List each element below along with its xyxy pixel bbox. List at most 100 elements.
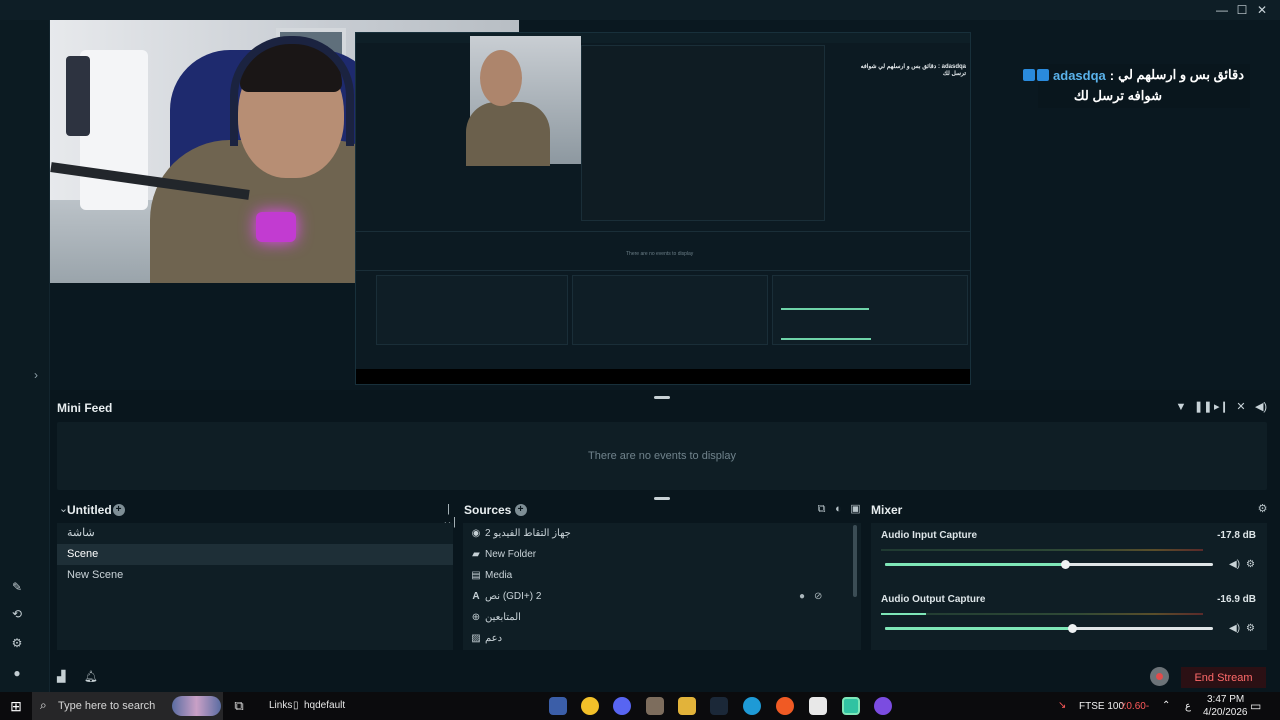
nested-screen-capture: adasdqa : دقائق بس و ارسلهم لي شوافه ترس…	[355, 32, 971, 385]
lock-icon[interactable]: ●	[799, 586, 805, 607]
maximize-button[interactable]: ☐	[1233, 2, 1251, 18]
mixer-settings-icon[interactable]: ⚙	[1256, 503, 1269, 516]
app-icon[interactable]	[549, 697, 567, 715]
scene-collection-title[interactable]: Untitled	[67, 503, 112, 517]
volume-meter	[881, 549, 1203, 551]
speaker-icon[interactable]: ◀)	[1229, 559, 1240, 570]
expand-chevron-icon[interactable]: ›	[34, 368, 38, 382]
dock-resize-handle[interactable]	[654, 497, 670, 500]
channel-settings-icon[interactable]: ⚙	[1246, 559, 1255, 570]
layout-editor-icon[interactable]: ⟲	[9, 606, 25, 622]
volume-fader[interactable]	[885, 624, 1213, 633]
app-icon[interactable]	[874, 697, 892, 715]
filter-icon[interactable]: ▼	[1174, 400, 1188, 414]
app-icon[interactable]	[776, 697, 794, 715]
windows-start-icon[interactable]: ⊞	[0, 692, 32, 720]
webcam-robe	[80, 50, 148, 210]
pause-icon[interactable]: ❚❚	[1194, 400, 1212, 414]
profile-icon[interactable]: ●	[9, 665, 25, 681]
source-item[interactable]: A نص (GDI+) 2 ● ⊘	[463, 586, 853, 607]
editor-preview[interactable]: adasdqa : دقائق بس و ارسلهم لي شوافه ترس…	[50, 20, 1280, 390]
channel-settings-icon[interactable]: ⚙	[1246, 623, 1255, 634]
left-navigation-rail: › ✎ ⟲ ⚙ ●	[0, 20, 50, 692]
source-item[interactable]: ◉ جهاز التقاط الفيديو 2	[463, 523, 853, 544]
mini-feed-empty-text: There are no events to display	[588, 450, 736, 462]
chat-overlay: adasdqa : دقائق بس و ارسلهم لي شوافه ترس…	[1023, 64, 1250, 108]
mini-feed-panel: There are no events to display	[57, 422, 1267, 490]
fader-knob[interactable]	[1067, 624, 1077, 633]
scene-transitions-icon[interactable]: |↔|	[442, 503, 456, 528]
task-view-icon[interactable]: ⧉	[224, 692, 254, 720]
source-item[interactable]: ▨ دعم	[463, 628, 853, 649]
file-explorer-icon[interactable]	[678, 697, 696, 715]
app-icon[interactable]	[646, 697, 664, 715]
minimize-button[interactable]: —	[1213, 2, 1231, 18]
steam-icon[interactable]	[710, 697, 728, 715]
scene-item[interactable]: شاشة	[57, 523, 453, 544]
clock-date[interactable]: 4/20/2026	[1203, 707, 1248, 718]
mixer-title: Mixer	[871, 503, 903, 517]
close-button[interactable]: ✕	[1253, 2, 1271, 18]
nested-inner-capture	[581, 45, 825, 221]
stock-ticker-name[interactable]: FTSE 100	[1079, 701, 1124, 712]
sources-list: ◉ جهاز التقاط الفيديو 2 ▰ New Folder ▤ M…	[463, 523, 861, 650]
nested-fader	[781, 308, 869, 310]
discord-icon[interactable]	[613, 697, 631, 715]
volume-icon[interactable]: ◀)	[1254, 400, 1268, 414]
source-item[interactable]: ⊕ المتابعين	[463, 607, 853, 628]
performance-stats-icon[interactable]: ▟	[57, 670, 65, 683]
add-scene-icon[interactable]: +	[112, 503, 125, 516]
add-group-icon[interactable]: ⧉	[815, 503, 828, 516]
taskbar-file-label[interactable]: hqdefault	[304, 700, 345, 711]
chat-message-continued: شوافه ترسل لك	[1073, 88, 1162, 103]
chat-separator: :	[1109, 67, 1115, 83]
source-item[interactable]: ▤ Media	[463, 565, 853, 586]
settings-gear-icon[interactable]: ⚙	[9, 635, 25, 651]
badge-icon	[1023, 69, 1036, 81]
scene-item-active[interactable]: Scene	[57, 544, 453, 565]
themes-icon[interactable]: ✎	[9, 579, 25, 595]
sources-scrollbar[interactable]	[853, 525, 857, 597]
badge-icon	[1037, 69, 1050, 81]
add-folder-icon[interactable]: ▣	[849, 503, 862, 516]
taskbar-search[interactable]: ⌕ Type here to search	[32, 692, 223, 720]
record-button[interactable]	[1150, 667, 1169, 686]
volume-meter-fill	[881, 613, 927, 615]
stock-ticker-change[interactable]: ٪0.60-	[1121, 701, 1149, 712]
streamlabs-icon[interactable]	[842, 697, 860, 715]
volume-fader[interactable]	[885, 560, 1213, 569]
skip-icon[interactable]: ▸❙	[1214, 400, 1229, 414]
app-icon[interactable]	[809, 697, 827, 715]
mute-alerts-icon[interactable]: ✕	[1234, 400, 1248, 414]
nested-no-events: There are no events to display	[626, 251, 694, 257]
speaker-icon[interactable]: ◀)	[1229, 623, 1240, 634]
hidden-eye-icon[interactable]: ⊘	[814, 586, 822, 607]
add-source-icon[interactable]: +	[514, 503, 527, 516]
stock-down-icon[interactable]: ↘	[1058, 700, 1066, 711]
app-icon[interactable]	[581, 697, 599, 715]
notifications-bell-icon[interactable]: 🔔︎	[84, 670, 98, 683]
clock-time[interactable]: 3:47 PM	[1207, 694, 1244, 705]
links-toolbar[interactable]: Links	[269, 700, 292, 711]
nested-scenes-panel	[376, 275, 568, 345]
end-stream-button[interactable]: End Stream	[1181, 667, 1266, 688]
fader-fill	[885, 627, 1072, 630]
source-item[interactable]: ▰ New Folder	[463, 544, 853, 565]
mixer-channel-name: Audio Output Capture	[881, 594, 986, 605]
windows-taskbar: ⊞ ⌕ Type here to search ⧉ Links ▯ hqdefa…	[0, 692, 1280, 720]
sources-title: Sources	[464, 503, 512, 517]
fader-knob[interactable]	[1061, 560, 1071, 569]
search-highlight-art	[172, 696, 221, 716]
scene-item[interactable]: New Scene	[57, 565, 453, 586]
input-language[interactable]: ع	[1185, 701, 1191, 712]
tray-chevron-icon[interactable]: ⌃	[1162, 700, 1170, 711]
title-bar: — ☐ ✕	[0, 0, 1280, 20]
webcam-jacket	[66, 56, 90, 136]
source-visibility-icon[interactable]: ◐	[832, 503, 845, 516]
mixer-channel-db: -16.9 dB	[1217, 594, 1256, 605]
notifications-icon[interactable]: ▭	[1250, 699, 1261, 713]
media-icon: ▤	[471, 570, 481, 581]
file-document-icon[interactable]: ▯	[293, 700, 299, 711]
edge-icon[interactable]	[743, 697, 761, 715]
search-icon: ⌕	[40, 698, 47, 712]
